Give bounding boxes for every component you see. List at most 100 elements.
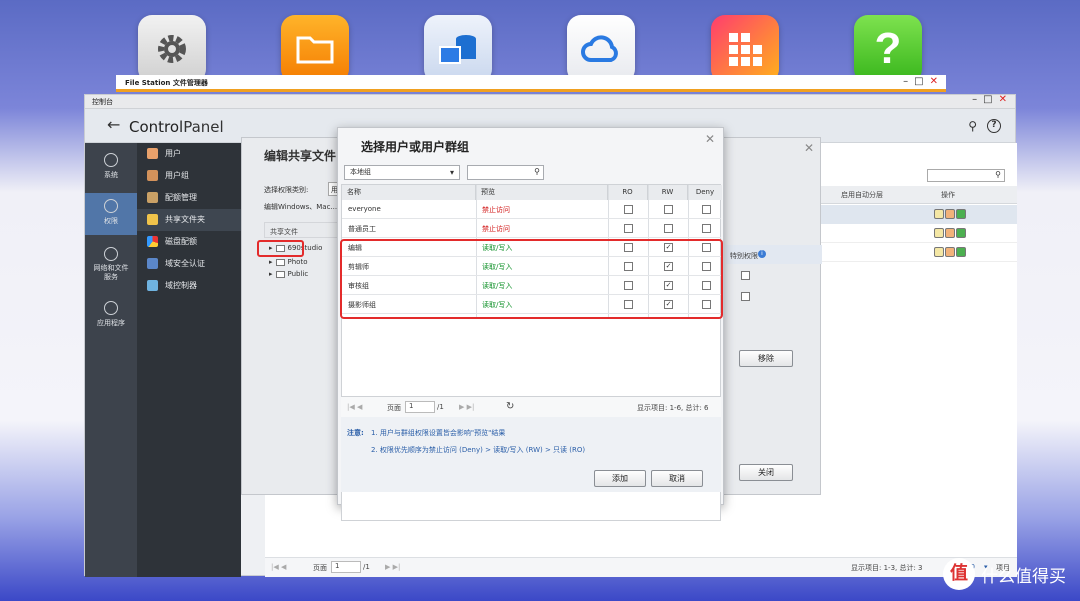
- help-app-icon[interactable]: ?: [854, 15, 922, 83]
- sub-item-users[interactable]: 用户: [137, 143, 241, 165]
- maximize-icon[interactable]: □: [983, 94, 992, 105]
- note-line: 1. 用户与群组权限设置皆会影响"预览"结果: [371, 429, 506, 437]
- note-label: 注意:: [347, 429, 364, 437]
- pager: |◀ ◀ 页面 1 /1 ▶ ▶| ↻ 显示项目: 1-6, 总计: 6: [341, 396, 721, 417]
- maximize-icon[interactable]: □: [914, 76, 923, 87]
- file-station-app-icon[interactable]: [281, 15, 349, 83]
- quota-icon: [147, 192, 158, 203]
- edit-icon[interactable]: [934, 228, 944, 238]
- cancel-button[interactable]: 取消: [651, 470, 703, 487]
- app-center-icon[interactable]: [711, 15, 779, 83]
- row-name: 普通员工: [348, 225, 376, 233]
- close-icon[interactable]: ✕: [804, 141, 814, 155]
- table-row[interactable]: 普通员工 禁止访问: [342, 219, 721, 238]
- page-input[interactable]: 1: [405, 401, 435, 413]
- column-header-preview: 预览: [476, 185, 608, 200]
- close-icon[interactable]: ✕: [705, 132, 715, 146]
- page-total: /1: [437, 403, 444, 411]
- cloud-icon: [581, 35, 618, 62]
- scope-select[interactable]: 本地组: [344, 165, 460, 180]
- rw-checkbox[interactable]: [664, 224, 673, 233]
- table-row[interactable]: everyone 禁止访问: [342, 200, 721, 219]
- pie-icon: [147, 236, 158, 247]
- nav-label: 系统: [104, 171, 118, 179]
- tree-folder-photo[interactable]: ▸ Photo: [269, 258, 307, 266]
- search-icon: ⚲: [995, 170, 1001, 179]
- apps-icon: [104, 301, 118, 315]
- refresh-icon[interactable]: ↻: [506, 401, 514, 412]
- ro-checkbox[interactable]: [624, 205, 633, 214]
- nav-apps[interactable]: 应用程序: [85, 295, 137, 337]
- sub-item-quota[interactable]: 配额管理: [137, 187, 241, 209]
- sub-item-shared-folders[interactable]: 共享文件夹: [137, 209, 241, 231]
- help-icon[interactable]: ?: [987, 119, 1001, 133]
- refresh-icon[interactable]: [956, 228, 966, 238]
- left-nav: 系统 权限 网络和文件服务 应用程序: [85, 143, 137, 577]
- file-station-window[interactable]: File Station 文件管理器 – □ ✕: [116, 75, 946, 92]
- page-total: /1: [363, 563, 370, 571]
- folder-icon: [275, 258, 285, 266]
- sub-item-domain-auth[interactable]: 域安全认证: [137, 253, 241, 275]
- row-name: everyone: [348, 205, 381, 213]
- search-icon[interactable]: ⚲: [968, 119, 977, 133]
- special-perm-checkbox[interactable]: [741, 271, 750, 280]
- status-text: 显示项目: 1-3, 总计: 3: [851, 564, 923, 572]
- deny-checkbox[interactable]: [702, 224, 711, 233]
- tree-header: 共享文件: [264, 222, 338, 238]
- minimize-icon[interactable]: –: [972, 94, 977, 105]
- status-text: 显示项目: 1-6, 总计: 6: [637, 404, 709, 412]
- folder-icon: [275, 270, 285, 278]
- column-header: 操作: [941, 191, 955, 199]
- page-input[interactable]: 1: [331, 561, 361, 573]
- row-preview: 禁止访问: [482, 225, 510, 233]
- highlight-box: [340, 239, 723, 319]
- close-button[interactable]: 关闭: [739, 464, 793, 481]
- nav-network[interactable]: 网络和文件服务: [85, 241, 137, 287]
- edit-icon[interactable]: [934, 247, 944, 257]
- edit-icon[interactable]: [934, 209, 944, 219]
- search-input[interactable]: ⚲: [467, 165, 544, 180]
- domain-icon: [147, 258, 158, 269]
- close-icon[interactable]: ✕: [999, 94, 1007, 105]
- window-title: File Station 文件管理器: [125, 79, 208, 87]
- minimize-icon[interactable]: –: [903, 76, 908, 87]
- description: 编辑Windows、Mac...: [264, 203, 338, 211]
- storage-app-icon[interactable]: [424, 15, 492, 83]
- tree-folder-public[interactable]: ▸ Public: [269, 270, 308, 278]
- cloud-app-icon[interactable]: [567, 15, 635, 83]
- permission-icon[interactable]: [945, 209, 955, 219]
- add-button[interactable]: 添加: [594, 470, 646, 487]
- pager-next-icons[interactable]: ▶ ▶|: [459, 403, 474, 411]
- pager-label: 页面: [313, 564, 327, 572]
- remove-button[interactable]: 移除: [739, 350, 793, 367]
- globe-icon: [104, 247, 118, 261]
- pager-label: 页面: [387, 404, 401, 412]
- pager-next-icons[interactable]: ▶ ▶|: [385, 563, 400, 571]
- close-icon[interactable]: ✕: [930, 76, 938, 87]
- column-header-name: 名称: [342, 185, 476, 200]
- permission-icon[interactable]: [945, 228, 955, 238]
- settings-app-icon[interactable]: [138, 15, 206, 83]
- controller-icon: [147, 280, 158, 291]
- deny-checkbox[interactable]: [702, 205, 711, 214]
- sub-item-groups[interactable]: 用户组: [137, 165, 241, 187]
- nav-privilege[interactable]: 权限: [85, 193, 137, 235]
- sub-item-disk-quota[interactable]: 磁盘配额: [137, 231, 241, 253]
- ro-checkbox[interactable]: [624, 224, 633, 233]
- window-title: 控制台: [92, 98, 113, 106]
- special-perm-checkbox[interactable]: [741, 292, 750, 301]
- filter-input[interactable]: ⚲: [927, 169, 1005, 182]
- refresh-icon[interactable]: [956, 247, 966, 257]
- search-icon: ⚲: [534, 167, 540, 176]
- folder-icon: [147, 214, 158, 225]
- back-arrow-icon[interactable]: ←: [107, 115, 120, 134]
- rw-checkbox[interactable]: [664, 205, 673, 214]
- nav-system[interactable]: 系统: [85, 147, 137, 189]
- pager-prev-icons[interactable]: |◀ ◀: [347, 403, 362, 411]
- watermark: 值 什么值得买: [943, 558, 1066, 590]
- refresh-icon[interactable]: [956, 209, 966, 219]
- pager-nav-icons[interactable]: |◀ ◀: [271, 563, 286, 571]
- column-header-deny: Deny: [688, 185, 722, 200]
- sub-item-domain-controller[interactable]: 域控制器: [137, 275, 241, 297]
- permission-icon[interactable]: [945, 247, 955, 257]
